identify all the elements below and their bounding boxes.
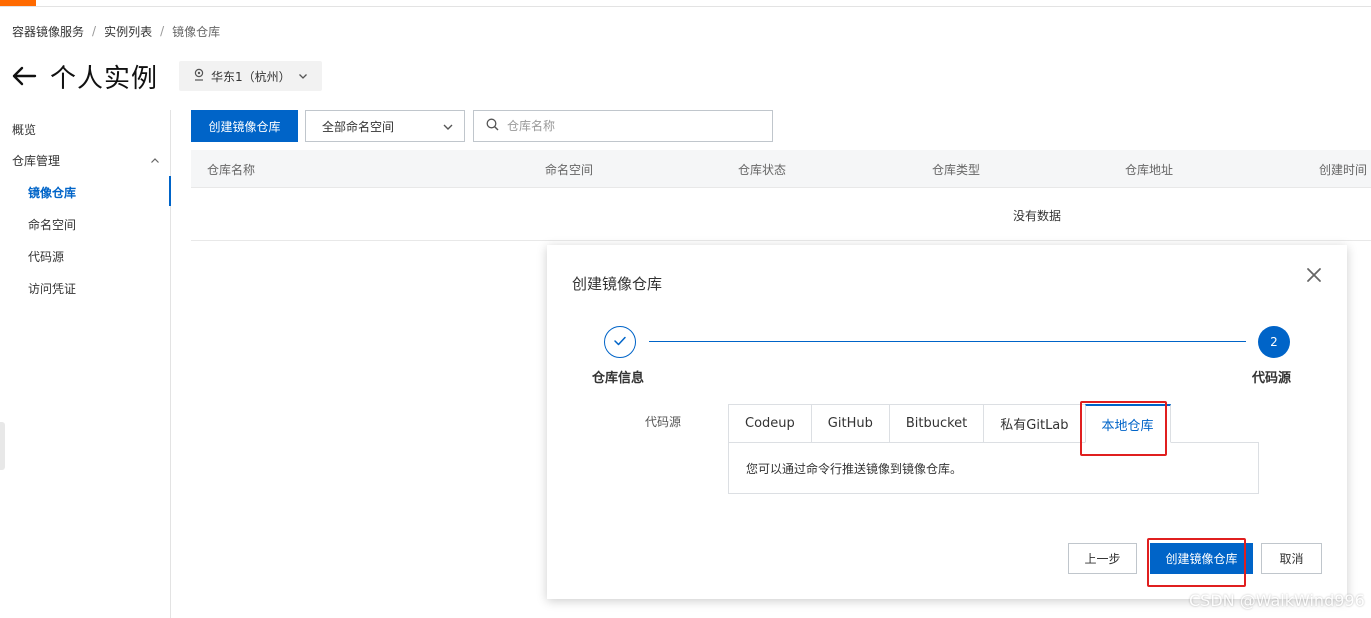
- create-repo-dialog: 创建镜像仓库 2 仓库信息 代码源 代码源 Codeup GitHub Bitb…: [547, 245, 1347, 599]
- brand-accent: [0, 0, 36, 6]
- sidebar-item-image-repos[interactable]: 镜像仓库: [28, 183, 76, 203]
- step-current-indicator: 2: [1258, 326, 1290, 358]
- sidebar-item-credentials[interactable]: 访问凭证: [28, 279, 76, 299]
- watermark: CSDN @WalkWind996: [1189, 591, 1365, 610]
- sidebar-collapse-handle[interactable]: [0, 422, 5, 470]
- step-done-indicator: [604, 326, 636, 358]
- column-header: 仓库类型: [932, 163, 981, 177]
- namespace-select[interactable]: 全部命名空间: [305, 110, 465, 142]
- create-repo-confirm-button[interactable]: 创建镜像仓库: [1150, 543, 1253, 574]
- breadcrumb-separator: /: [92, 24, 97, 38]
- chevron-down-icon: [442, 121, 454, 136]
- dialog-title: 创建镜像仓库: [572, 275, 663, 293]
- search-icon: [486, 118, 499, 134]
- search-input[interactable]: [507, 119, 747, 133]
- column-header: 仓库名称: [207, 163, 256, 177]
- page-title: 个人实例: [50, 63, 159, 94]
- arrow-left-icon[interactable]: [10, 62, 38, 90]
- checkmark-icon: [613, 335, 627, 350]
- sidebar-item-namespaces[interactable]: 命名空间: [28, 215, 76, 235]
- tab-panel-text: 您可以通过命令行推送镜像到镜像仓库。: [746, 461, 963, 476]
- sidebar-item-overview[interactable]: 概览: [12, 120, 36, 140]
- region-select[interactable]: 华东1（杭州）: [179, 61, 322, 91]
- step-label-code-source: 代码源: [1252, 371, 1292, 386]
- sidebar-active-indicator: [169, 176, 171, 206]
- tab-bitbucket[interactable]: Bitbucket: [888, 404, 984, 443]
- column-header: 创建时间: [1319, 163, 1368, 177]
- breadcrumb: 容器镜像服务 / 实例列表 / 镜像仓库: [12, 23, 220, 39]
- code-source-tabs: Codeup GitHub Bitbucket 私有GitLab 本地仓库: [728, 404, 1171, 443]
- top-nav-bar: [0, 0, 1371, 7]
- table-header: 仓库名称 命名空间 仓库状态 仓库类型 仓库地址 创建时间: [191, 150, 1371, 188]
- breadcrumb-item-instances[interactable]: 实例列表: [104, 23, 152, 40]
- empty-state-text: 没有数据: [1013, 209, 1062, 223]
- close-icon[interactable]: [1303, 264, 1325, 286]
- previous-step-button[interactable]: 上一步: [1068, 543, 1137, 574]
- step-connector: [649, 341, 1246, 342]
- column-header: 仓库状态: [738, 163, 787, 177]
- sidebar: 概览 仓库管理 镜像仓库 命名空间 代码源 访问凭证: [0, 110, 171, 618]
- tab-private-gitlab[interactable]: 私有GitLab: [983, 404, 1085, 443]
- breadcrumb-item-service[interactable]: 容器镜像服务: [12, 23, 84, 40]
- region-value: 华东1（杭州）: [211, 69, 291, 84]
- sidebar-group-repo-management[interactable]: 仓库管理: [12, 151, 60, 171]
- chevron-down-icon: [298, 70, 308, 84]
- namespace-select-value: 全部命名空间: [322, 119, 395, 134]
- table-empty-row: 没有数据: [191, 188, 1371, 241]
- code-source-label: 代码源: [645, 415, 682, 429]
- step-label-repo-info: 仓库信息: [592, 371, 645, 386]
- cancel-button[interactable]: 取消: [1261, 543, 1322, 574]
- chevron-up-icon[interactable]: [150, 155, 160, 169]
- location-pin-icon: [193, 68, 205, 84]
- breadcrumb-separator: /: [160, 24, 165, 38]
- search-box[interactable]: [473, 110, 773, 142]
- page-header: 个人实例: [10, 58, 158, 94]
- tab-codeup[interactable]: Codeup: [728, 404, 811, 443]
- column-header: 仓库地址: [1125, 163, 1174, 177]
- create-repo-button[interactable]: 创建镜像仓库: [191, 110, 298, 142]
- tab-github[interactable]: GitHub: [810, 404, 889, 443]
- tab-panel: 您可以通过命令行推送镜像到镜像仓库。: [728, 442, 1259, 494]
- breadcrumb-item-current: 镜像仓库: [172, 24, 221, 39]
- sidebar-item-code-source[interactable]: 代码源: [28, 247, 64, 267]
- column-header: 命名空间: [545, 163, 594, 177]
- tab-local-repo[interactable]: 本地仓库: [1084, 404, 1171, 443]
